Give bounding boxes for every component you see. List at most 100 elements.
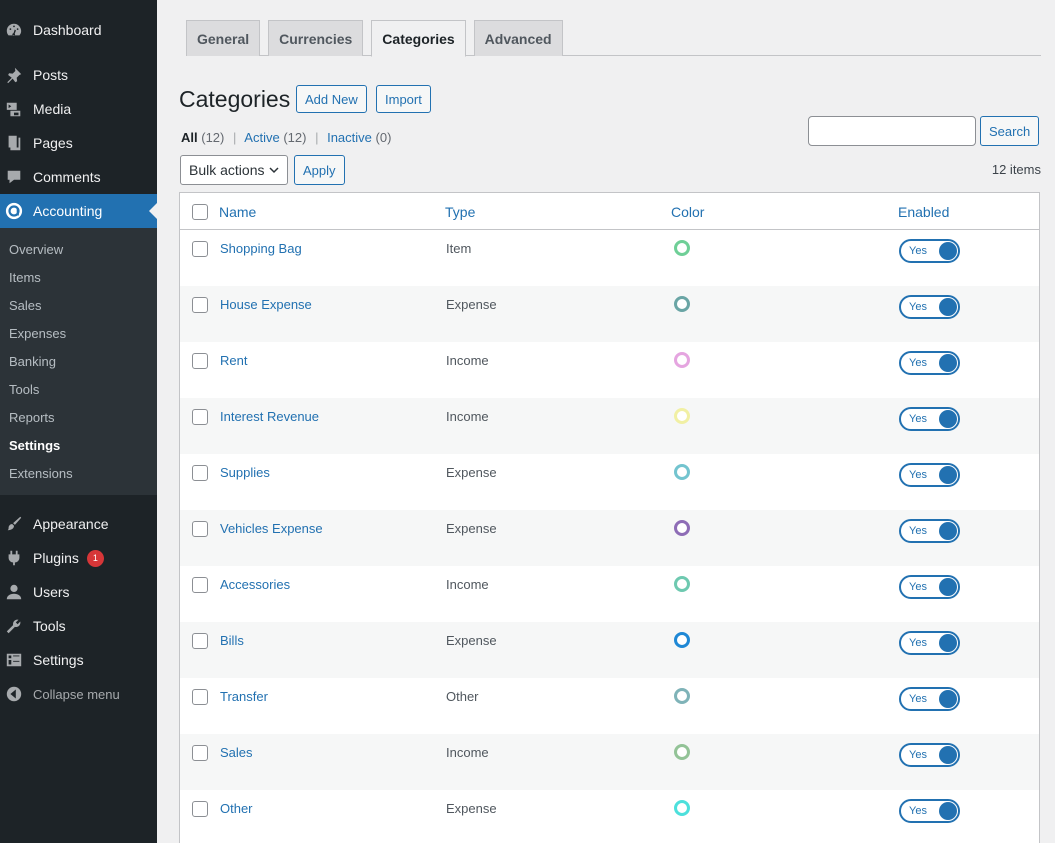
toggle-label: Yes — [909, 469, 927, 481]
category-type: Income — [446, 745, 489, 760]
row-checkbox[interactable] — [192, 409, 208, 425]
select-all-checkbox[interactable] — [192, 204, 208, 220]
category-name-link[interactable]: Sales — [220, 745, 253, 760]
row-checkbox[interactable] — [192, 801, 208, 817]
category-name-link[interactable]: Other — [220, 801, 253, 816]
bulk-actions-select[interactable]: Bulk actions — [180, 155, 288, 185]
menu-dashboard[interactable]: Dashboard — [0, 13, 157, 47]
enabled-toggle[interactable]: Yes — [899, 407, 960, 431]
media-icon — [4, 99, 24, 119]
column-name[interactable]: Name — [219, 204, 256, 220]
filter-inactive[interactable]: Inactive — [327, 130, 372, 145]
menu-label: Tools — [33, 618, 66, 634]
submenu-sales[interactable]: Sales — [0, 291, 157, 319]
menu-plugins[interactable]: Plugins 1 — [0, 541, 157, 575]
enabled-toggle[interactable]: Yes — [899, 519, 960, 543]
brush-icon — [4, 514, 24, 534]
enabled-toggle[interactable]: Yes — [899, 575, 960, 599]
submenu-expenses[interactable]: Expenses — [0, 319, 157, 347]
filter-all[interactable]: All — [181, 130, 198, 145]
enabled-toggle[interactable]: Yes — [899, 687, 960, 711]
category-color-swatch — [674, 632, 690, 648]
menu-users[interactable]: Users — [0, 575, 157, 609]
category-name-link[interactable]: Transfer — [220, 689, 268, 704]
tab-categories[interactable]: Categories — [371, 20, 466, 57]
category-name-link[interactable]: Rent — [220, 353, 247, 368]
table-header: Name Type Color Enabled — [180, 193, 1039, 230]
row-checkbox[interactable] — [192, 353, 208, 369]
menu-posts[interactable]: Posts — [0, 58, 157, 92]
submenu-overview[interactable]: Overview — [0, 235, 157, 263]
toggle-knob — [939, 746, 957, 764]
category-type: Expense — [446, 633, 497, 648]
table-row: Transfer Other Yes — [180, 678, 1039, 734]
import-button[interactable]: Import — [376, 85, 431, 113]
row-checkbox[interactable] — [192, 297, 208, 313]
menu-tools[interactable]: Tools — [0, 609, 157, 643]
menu-media[interactable]: Media — [0, 92, 157, 126]
tab-general[interactable]: General — [186, 20, 261, 56]
enabled-toggle[interactable]: Yes — [899, 351, 960, 375]
search-input[interactable] — [808, 116, 976, 146]
menu-accounting[interactable]: Accounting — [0, 194, 157, 228]
row-checkbox[interactable] — [192, 521, 208, 537]
tab-advanced[interactable]: Advanced — [473, 20, 563, 56]
settings-tabs: General Currencies Categories Advanced — [186, 20, 1041, 57]
toggle-label: Yes — [909, 245, 927, 257]
pin-icon — [4, 65, 24, 85]
menu-pages[interactable]: Pages — [0, 126, 157, 160]
menu-comments[interactable]: Comments — [0, 160, 157, 194]
submenu-items[interactable]: Items — [0, 263, 157, 291]
page-title: Categories — [179, 86, 291, 112]
enabled-toggle[interactable]: Yes — [899, 295, 960, 319]
row-checkbox[interactable] — [192, 689, 208, 705]
accounting-submenu: Overview Items Sales Expenses Banking To… — [0, 228, 157, 495]
row-checkbox[interactable] — [192, 465, 208, 481]
wrench-icon — [4, 616, 24, 636]
menu-settings[interactable]: Settings — [0, 643, 157, 677]
collapse-menu-button[interactable]: Collapse menu — [0, 677, 157, 711]
toggle-knob — [939, 466, 957, 484]
category-name-link[interactable]: House Expense — [220, 297, 312, 312]
enabled-toggle[interactable]: Yes — [899, 743, 960, 767]
tab-currencies[interactable]: Currencies — [268, 20, 364, 56]
filter-active[interactable]: Active — [244, 130, 279, 145]
submenu-tools[interactable]: Tools — [0, 375, 157, 403]
apply-button[interactable]: Apply — [294, 155, 345, 185]
enabled-toggle[interactable]: Yes — [899, 631, 960, 655]
row-checkbox[interactable] — [192, 633, 208, 649]
table-row: Interest Revenue Income Yes — [180, 398, 1039, 454]
category-name-link[interactable]: Supplies — [220, 465, 270, 480]
comment-icon — [4, 167, 24, 187]
enabled-toggle[interactable]: Yes — [899, 463, 960, 487]
submenu-extensions[interactable]: Extensions — [0, 459, 157, 487]
submenu-banking[interactable]: Banking — [0, 347, 157, 375]
menu-appearance[interactable]: Appearance — [0, 507, 157, 541]
toggle-label: Yes — [909, 749, 927, 761]
toggle-knob — [939, 522, 957, 540]
submenu-settings[interactable]: Settings — [0, 431, 157, 459]
add-new-button[interactable]: Add New — [296, 85, 367, 113]
row-checkbox[interactable] — [192, 241, 208, 257]
category-type: Item — [446, 241, 472, 256]
row-checkbox[interactable] — [192, 745, 208, 761]
category-color-swatch — [674, 576, 690, 592]
plugin-icon — [4, 548, 24, 568]
search-button[interactable]: Search — [980, 116, 1040, 146]
category-name-link[interactable]: Accessories — [220, 577, 290, 592]
category-name-link[interactable]: Interest Revenue — [220, 409, 319, 424]
dashboard-icon — [4, 20, 24, 40]
chevron-down-icon — [269, 167, 279, 174]
update-count-badge: 1 — [86, 549, 104, 567]
column-enabled[interactable]: Enabled — [898, 204, 949, 220]
category-name-link[interactable]: Vehicles Expense — [220, 521, 323, 536]
submenu-reports[interactable]: Reports — [0, 403, 157, 431]
category-name-link[interactable]: Bills — [220, 633, 244, 648]
column-color[interactable]: Color — [671, 204, 704, 220]
category-name-link[interactable]: Shopping Bag — [220, 241, 302, 256]
enabled-toggle[interactable]: Yes — [899, 799, 960, 823]
row-checkbox[interactable] — [192, 577, 208, 593]
enabled-toggle[interactable]: Yes — [899, 239, 960, 263]
toggle-knob — [939, 802, 957, 820]
column-type[interactable]: Type — [445, 204, 475, 220]
